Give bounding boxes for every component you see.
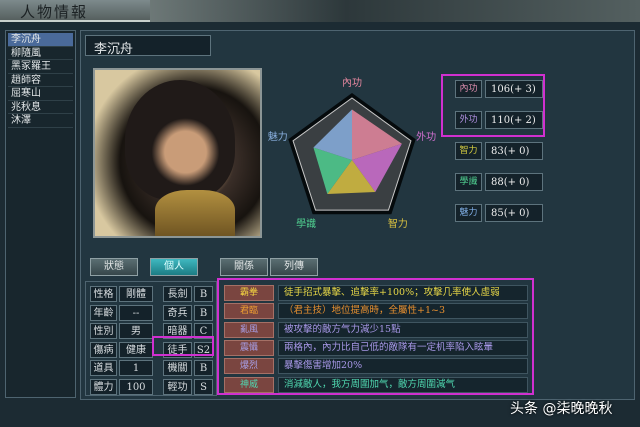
highlight-internal-external [441, 74, 545, 137]
radar-axis-label: 智力 [388, 217, 408, 230]
character-list-item[interactable]: 黑冢羅王 [8, 60, 73, 74]
character-name: 李沉舟 [85, 35, 211, 57]
character-portrait [93, 68, 262, 238]
character-list-item[interactable]: 柳隨風 [8, 47, 73, 60]
highlight-skills [217, 278, 534, 395]
highlight-unarmed [152, 336, 214, 356]
stat-row: 魅力 85(+ 0) [455, 204, 545, 224]
character-list[interactable]: 李沉舟 柳隨風 黑冢羅王 趙師容 屈寒山 兆秋息 沐澤 [5, 30, 76, 398]
stat-row: 學識 88(+ 0) [455, 173, 545, 193]
personal-value: 剛體 [119, 286, 153, 302]
weapon-grade: S [194, 378, 213, 395]
character-list-item[interactable]: 兆秋息 [8, 101, 73, 114]
title-bar: 人物情報 [0, 0, 640, 22]
stat-value: 85(+ 0) [485, 204, 543, 222]
radar-axis-label: 學識 [296, 217, 316, 230]
header-decoration [150, 0, 640, 22]
personal-label: 性別 [90, 323, 117, 339]
weapon-label: 奇兵 [163, 304, 192, 321]
personal-value: -- [119, 304, 153, 321]
personal-value: 100 [119, 378, 153, 395]
weapon-grade: B [194, 286, 213, 302]
stat-value: 83(+ 0) [485, 142, 543, 160]
personal-label: 道具 [90, 360, 117, 376]
radar-axis-label: 外功 [416, 131, 436, 143]
weapon-grade: B [194, 360, 213, 376]
weapon-label: 機關 [163, 360, 192, 376]
window-title: 人物情報 [20, 3, 89, 21]
stat-label: 學識 [455, 173, 482, 191]
weapon-label: 輕功 [163, 378, 192, 395]
tab-3[interactable]: 列傳 [270, 258, 318, 276]
personal-label: 體力 [90, 378, 117, 395]
character-list-item[interactable]: 趙師容 [8, 74, 73, 87]
watermark: 头条 @柒晚晚秋 [510, 401, 613, 417]
weapon-label: 長劍 [163, 286, 192, 302]
personal-value: 男 [119, 323, 153, 339]
tab-0[interactable]: 狀態 [90, 258, 138, 276]
character-list-item[interactable]: 李沉舟 [8, 33, 73, 47]
radar-axis-label: 內功 [342, 77, 362, 89]
weapon-grade: B [194, 304, 213, 321]
personal-value: 1 [119, 360, 153, 376]
stat-value: 88(+ 0) [485, 173, 543, 191]
radar-axis-label: 魅力 [268, 130, 288, 143]
stat-label: 魅力 [455, 204, 482, 222]
character-list-item[interactable]: 屈寒山 [8, 87, 73, 101]
personal-label: 性格 [90, 286, 117, 302]
stat-row: 智力 83(+ 0) [455, 142, 545, 162]
personal-value: 健康 [119, 341, 153, 358]
personal-label: 年齡 [90, 304, 117, 321]
stat-label: 智力 [455, 142, 482, 160]
tab-1[interactable]: 個人 [150, 258, 198, 276]
attribute-radar: 內功外功智力 學識 魅力 [264, 68, 440, 238]
personal-label: 傷病 [90, 341, 117, 358]
character-list-item[interactable]: 沐澤 [8, 114, 73, 128]
tab-2[interactable]: 關係 [220, 258, 268, 276]
